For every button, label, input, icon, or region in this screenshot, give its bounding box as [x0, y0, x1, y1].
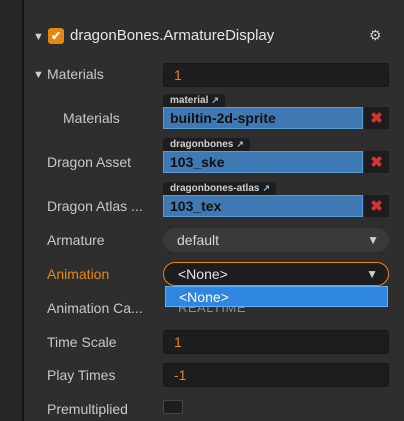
check-icon: ✔	[50, 29, 62, 43]
remove-material-icon[interactable]: ✖	[364, 107, 389, 129]
premultiplied-checkbox[interactable]	[163, 400, 183, 414]
dragonbones-type-tag: dragonbones ↗	[163, 138, 250, 151]
dragonbones-tag-text: dragonbones	[170, 139, 234, 150]
open-external-icon[interactable]: ↗	[262, 183, 270, 193]
materials-count-input[interactable]: 1	[163, 63, 389, 87]
dragonbones-atlas-tag-text: dragonbones-atlas	[170, 183, 260, 194]
material-asset-field[interactable]: builtin-2d-sprite	[163, 107, 363, 129]
animation-label: Animation	[47, 266, 110, 282]
animation-cache-label: Animation Ca...	[47, 300, 143, 316]
time-scale-input[interactable]: 1	[163, 330, 389, 354]
animation-select[interactable]: <None> ▼	[163, 262, 389, 286]
left-strip	[0, 0, 22, 421]
chevron-down-icon: ▼	[366, 267, 378, 281]
animation-value: <None>	[178, 266, 228, 282]
dragon-atlas-field[interactable]: 103_tex	[163, 195, 363, 217]
remove-dragon-atlas-icon[interactable]: ✖	[364, 195, 389, 217]
animation-dropdown-option[interactable]: <None>	[165, 286, 388, 307]
open-external-icon[interactable]: ↗	[211, 95, 219, 105]
armature-label: Armature	[47, 232, 105, 248]
materials-label: Materials	[47, 66, 104, 82]
play-times-input[interactable]: -1	[163, 363, 389, 387]
play-times-label: Play Times	[47, 367, 116, 383]
gear-icon[interactable]: ⚙	[369, 27, 382, 44]
time-scale-label: Time Scale	[47, 334, 117, 350]
collapse-caret-icon[interactable]: ▼	[33, 31, 44, 43]
materials-item-label: Materials	[63, 110, 120, 126]
open-external-icon[interactable]: ↗	[236, 139, 244, 149]
chevron-down-icon: ▼	[367, 233, 379, 247]
dragon-atlas-label: Dragon Atlas ...	[47, 198, 143, 214]
dragon-asset-label: Dragon Asset	[47, 154, 132, 170]
enabled-checkbox[interactable]: ✔	[48, 28, 64, 44]
armature-value: default	[177, 232, 220, 248]
component-title: dragonBones.ArmatureDisplay	[70, 27, 275, 44]
material-type-tag: material ↗	[163, 94, 225, 107]
dragonbones-atlas-type-tag: dragonbones-atlas ↗	[163, 182, 277, 195]
material-tag-text: material	[170, 95, 209, 106]
materials-caret-icon[interactable]: ▼	[33, 69, 44, 81]
remove-dragon-asset-icon[interactable]: ✖	[364, 151, 389, 173]
armature-select[interactable]: default ▼	[163, 228, 389, 252]
dragon-asset-field[interactable]: 103_ske	[163, 151, 363, 173]
premultiplied-label: Premultiplied	[47, 401, 128, 417]
